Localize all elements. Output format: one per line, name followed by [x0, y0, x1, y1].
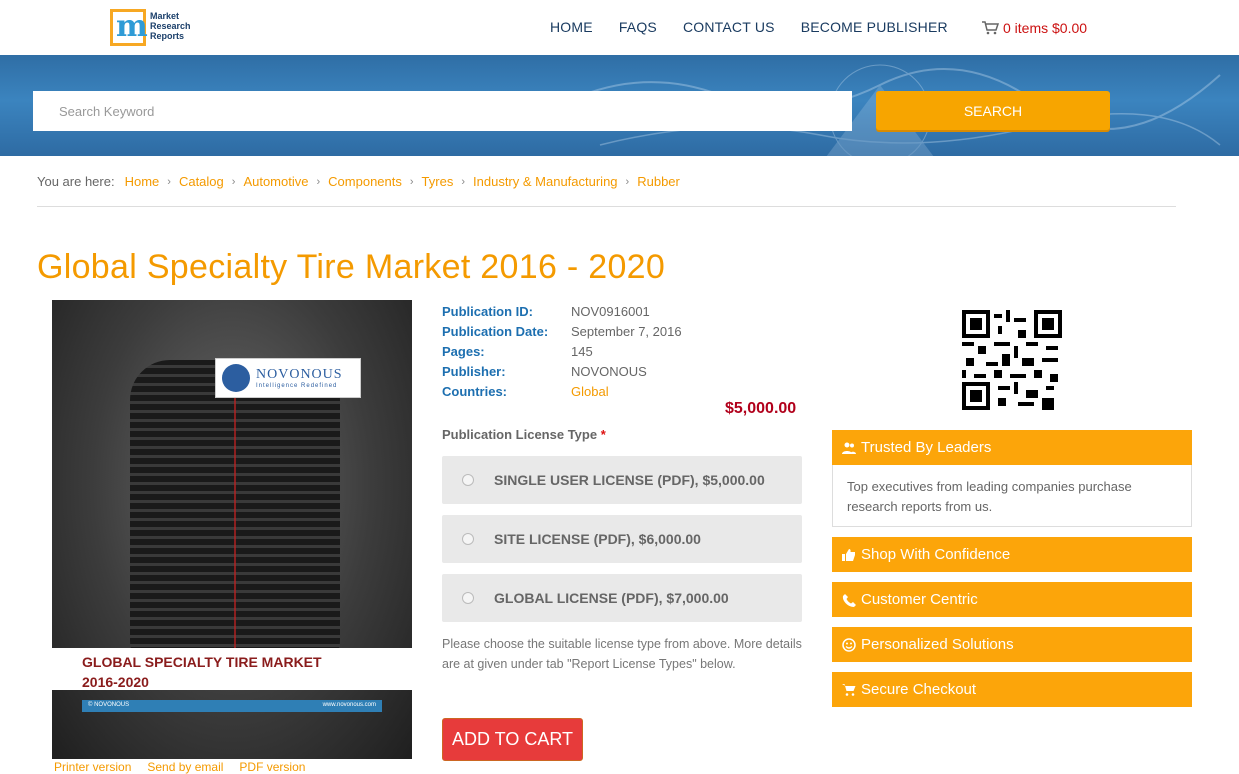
divider: [37, 206, 1176, 207]
nav-home[interactable]: HOME: [550, 19, 593, 35]
detail-row: Countries: Global: [442, 382, 682, 402]
detail-row: Publisher: NOVONOUS: [442, 362, 682, 382]
publisher-badge: NOVONOUS Intelligence Redefined: [215, 358, 361, 398]
pdf-version-link[interactable]: PDF version: [239, 760, 305, 774]
detail-value: September 7, 2016: [571, 324, 682, 339]
search-input[interactable]: [33, 91, 852, 131]
tire-graphic: [130, 360, 340, 680]
breadcrumb-label: You are here:: [37, 174, 115, 189]
radio-button[interactable]: [462, 592, 474, 604]
detail-value: NOVONOUS: [571, 364, 647, 379]
shop-with-confidence-box[interactable]: Shop With Confidence: [832, 537, 1192, 572]
detail-key: Publication ID:: [442, 304, 533, 319]
radio-button[interactable]: [462, 474, 474, 486]
breadcrumb-tyres[interactable]: Tyres: [422, 174, 454, 189]
sidebar-item-label: Secure Checkout: [861, 681, 977, 698]
publisher-logo-icon: [222, 364, 250, 392]
detail-key: Pages:: [442, 344, 485, 359]
breadcrumb-automotive[interactable]: Automotive: [243, 174, 308, 189]
cover-title-line2: 2016-2020: [82, 674, 149, 690]
logo-text: Market Research Reports: [150, 11, 191, 41]
breadcrumb-separator-icon: ›: [409, 175, 414, 188]
breadcrumb-catalog[interactable]: Catalog: [179, 174, 224, 189]
detail-key: Publisher:: [442, 364, 506, 379]
cover-strip-left: © NOVONOUS: [88, 702, 130, 708]
license-option-site[interactable]: SITE LICENSE (PDF), $6,000.00: [442, 515, 802, 563]
cover-strip-right: www.novonous.com: [322, 702, 376, 708]
detail-value: 145: [571, 344, 593, 359]
search-button[interactable]: SEARCH: [876, 91, 1110, 130]
license-option-label: GLOBAL LICENSE (PDF), $7,000.00: [494, 590, 729, 606]
publisher-badge-name: NOVONOUS: [256, 367, 343, 382]
publisher-tagline: Intelligence Redefined: [256, 383, 338, 389]
trusted-by-leaders-header: Trusted By Leaders: [832, 430, 1192, 465]
phone-icon: [842, 593, 856, 607]
report-cover-image: NOVONOUS Intelligence Redefined GLOBAL S…: [52, 300, 412, 759]
report-actions: Printer version Send by email PDF versio…: [54, 760, 305, 774]
breadcrumb-separator-icon: ›: [231, 175, 236, 188]
nav-contact-us[interactable]: CONTACT US: [683, 19, 775, 35]
detail-key: Publication Date:: [442, 324, 549, 339]
license-option-global[interactable]: GLOBAL LICENSE (PDF), $7,000.00: [442, 574, 802, 622]
license-note: Please choose the suitable license type …: [442, 637, 802, 671]
cover-footer-strip: © NOVONOUS www.novonous.com: [82, 700, 382, 712]
publication-details: Publication ID: NOV0916001 Publication Da…: [442, 302, 682, 402]
detail-value: NOV0916001: [571, 304, 650, 319]
license-option-label: SINGLE USER LICENSE (PDF), $5,000.00: [494, 472, 765, 488]
license-option-label: SITE LICENSE (PDF), $6,000.00: [494, 531, 701, 547]
breadcrumb-industry[interactable]: Industry & Manufacturing: [473, 174, 618, 189]
radio-button[interactable]: [462, 533, 474, 545]
personalized-solutions-box[interactable]: Personalized Solutions: [832, 627, 1192, 662]
site-logo[interactable]: m Market Research Reports: [110, 9, 192, 47]
send-email-link[interactable]: Send by email: [147, 760, 223, 774]
breadcrumb-separator-icon: ›: [625, 175, 630, 188]
page-title: Global Specialty Tire Market 2016 - 2020: [37, 248, 666, 286]
secure-checkout-box[interactable]: Secure Checkout: [832, 672, 1192, 707]
shopping-cart-icon: [842, 683, 856, 696]
breadcrumb-separator-icon: ›: [461, 175, 466, 188]
sidebar-item-label: Shop With Confidence: [861, 546, 1011, 563]
thumbs-up-icon: [842, 548, 855, 561]
cart-text: 0 items $0.00: [1003, 20, 1088, 36]
breadcrumb-rubber[interactable]: Rubber: [637, 174, 680, 189]
report-price: $5,000.00: [725, 400, 797, 417]
breadcrumb-separator-icon: ›: [316, 175, 321, 188]
trusted-title: Trusted By Leaders: [861, 439, 992, 456]
detail-row: Publication ID: NOV0916001: [442, 302, 682, 322]
breadcrumb-separator-icon: ›: [167, 175, 171, 188]
smile-icon: [842, 637, 856, 652]
cover-title-line1: GLOBAL SPECIALTY TIRE MARKET: [82, 654, 322, 670]
add-to-cart-button[interactable]: ADD TO CART: [442, 718, 583, 761]
cover-title-band: GLOBAL SPECIALTY TIRE MARKET 2016-2020: [52, 648, 412, 690]
top-bar: m Market Research Reports HOME FAQS CONT…: [0, 0, 1239, 55]
printer-version-link[interactable]: Printer version: [54, 760, 131, 774]
detail-key: Countries:: [442, 384, 507, 399]
qr-code: [962, 310, 1062, 410]
trusted-by-leaders-body: Top executives from leading companies pu…: [832, 465, 1192, 527]
detail-row: Pages: 145: [442, 342, 682, 362]
customer-centric-box[interactable]: Customer Centric: [832, 582, 1192, 617]
license-option-single-user[interactable]: SINGLE USER LICENSE (PDF), $5,000.00: [442, 456, 802, 504]
cart-icon: [982, 21, 999, 35]
main-nav: HOME FAQS CONTACT US BECOME PUBLISHER: [550, 19, 974, 35]
breadcrumb-home[interactable]: Home: [125, 174, 160, 189]
nav-faqs[interactable]: FAQS: [619, 19, 657, 35]
nav-become-publisher[interactable]: BECOME PUBLISHER: [801, 19, 948, 35]
sidebar-item-label: Personalized Solutions: [861, 636, 1014, 653]
detail-row: Publication Date: September 7, 2016: [442, 322, 682, 342]
cart-summary[interactable]: 0 items $0.00: [982, 20, 1087, 36]
sidebar-item-label: Customer Centric: [861, 591, 978, 608]
logo-mark: m: [110, 9, 148, 46]
license-type-label: Publication License Type *: [442, 427, 606, 442]
breadcrumb-components[interactable]: Components: [328, 174, 402, 189]
countries-link[interactable]: Global: [571, 382, 609, 402]
users-icon: [842, 442, 856, 454]
breadcrumb: You are here: Home › Catalog › Automotiv…: [37, 174, 680, 189]
